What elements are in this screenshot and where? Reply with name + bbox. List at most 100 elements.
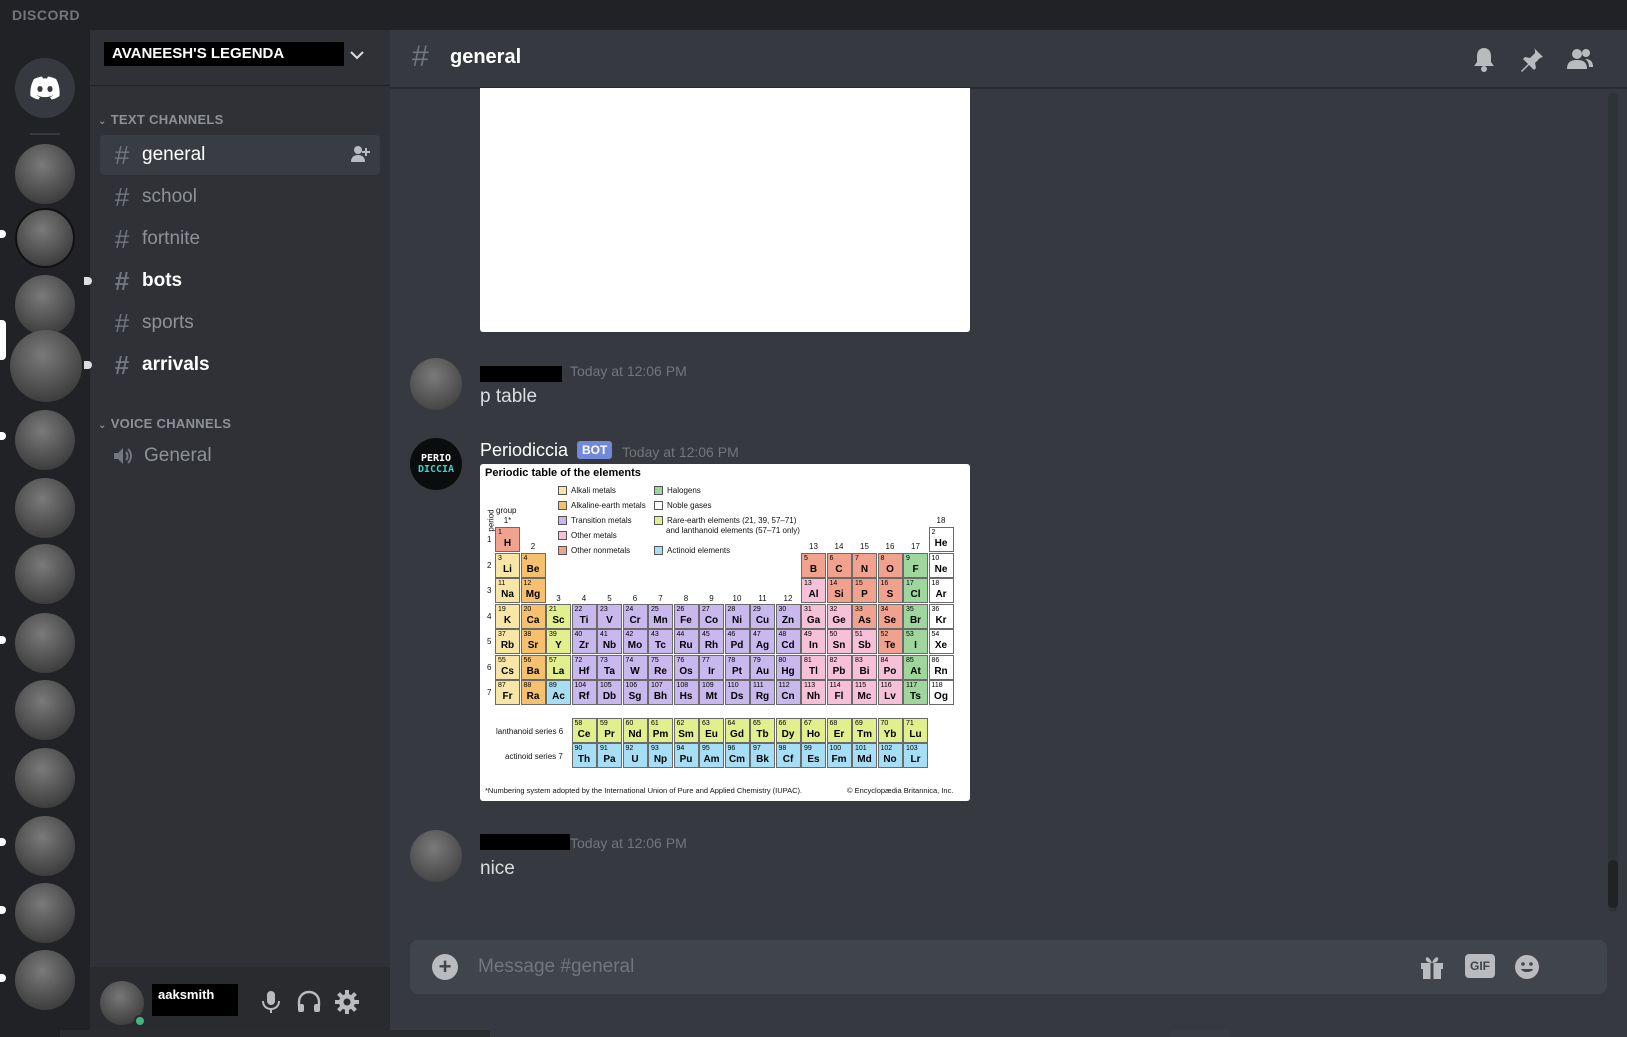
invite-icon[interactable] — [350, 145, 370, 163]
atomic-number: 70 — [880, 719, 889, 727]
atomic-number: 2 — [931, 529, 936, 536]
author-avatar[interactable] — [410, 358, 462, 410]
element-symbol: Yb — [883, 728, 897, 740]
channel-fortnite[interactable]: # fortnite — [100, 219, 380, 259]
scrollbar-thumb[interactable] — [1608, 860, 1618, 908]
atomic-number: 54 — [931, 631, 940, 638]
element-cell: 47 Ag — [750, 629, 775, 654]
element-symbol: Ru — [679, 640, 693, 651]
element-cell: 41 Nb — [597, 629, 622, 654]
atomic-number: 40 — [574, 631, 583, 638]
message-author[interactable]: Periodiccia — [480, 440, 568, 461]
server-header[interactable]: AVANEESH'S LEGENDA — [90, 30, 390, 86]
server-icon[interactable] — [15, 478, 75, 538]
element-cell: 31 Ga — [801, 603, 826, 629]
server-icon[interactable] — [10, 330, 82, 402]
author-avatar[interactable] — [410, 830, 462, 882]
headphones-icon[interactable] — [296, 989, 322, 1015]
upload-plus-button[interactable]: + — [432, 954, 458, 980]
atomic-number: 61 — [651, 719, 659, 727]
element-cell: 100 Fm — [826, 743, 852, 768]
element-symbol: P — [861, 589, 868, 600]
chevron-down-icon[interactable] — [348, 46, 366, 64]
channel-general[interactable]: # general — [100, 135, 380, 175]
server-icon[interactable] — [15, 748, 75, 808]
atomic-number: 4 — [523, 554, 528, 562]
element-symbol: La — [552, 665, 565, 677]
message-list: Periodic table of the elements Alkali met… — [390, 88, 1627, 968]
gift-icon[interactable] — [1418, 953, 1446, 981]
element-symbol: S — [886, 589, 894, 600]
atomic-number: 107 — [651, 682, 663, 689]
periodic-table-image[interactable]: Periodic table of the elements Alkali met… — [480, 464, 970, 801]
element-symbol: Ne — [934, 563, 948, 575]
legend-label: Other metals — [571, 531, 617, 540]
bot-avatar[interactable]: PERIO DICCIA — [410, 438, 462, 490]
home-button[interactable] — [15, 58, 75, 118]
element-symbol: Ac — [552, 691, 565, 702]
element-cell: 43 Tc — [648, 629, 673, 654]
category-voice-channels[interactable]: ⌄ VOICE CHANNELS — [98, 416, 231, 431]
channel-bots[interactable]: # bots — [100, 261, 380, 301]
server-icon[interactable] — [15, 208, 75, 268]
settings-gear-icon[interactable] — [334, 989, 360, 1015]
group-number: 5 — [607, 594, 612, 603]
element-symbol: Cs — [501, 665, 514, 677]
server-icon[interactable] — [15, 883, 75, 943]
atomic-number: 56 — [523, 656, 532, 664]
legend-swatch — [654, 486, 663, 495]
unread-indicator — [84, 361, 92, 369]
element-symbol: No — [883, 754, 897, 765]
element-cell: 30 Zn — [775, 603, 801, 629]
atomic-number: 117 — [906, 682, 918, 689]
member-list-icon[interactable] — [1566, 45, 1594, 73]
atomic-number: 72 — [574, 656, 583, 664]
horizontal-scrollbar[interactable] — [60, 1030, 490, 1037]
unread-pill — [0, 230, 6, 238]
server-name: AVANEESH'S LEGENDA — [104, 42, 344, 66]
message-input[interactable]: Message #general — [478, 956, 634, 978]
element-cell: 117 Ts — [903, 680, 928, 705]
atomic-number: 63 — [702, 719, 710, 727]
element-cell: 40 Zr — [571, 629, 597, 654]
bell-icon[interactable] — [1470, 45, 1498, 73]
element-symbol: Lv — [884, 691, 896, 702]
server-icon[interactable] — [15, 950, 75, 1010]
element-cell: 101 Md — [852, 743, 877, 768]
server-icon[interactable] — [15, 544, 75, 604]
category-text-channels[interactable]: ⌄ TEXT CHANNELS — [98, 112, 224, 127]
channel-arrivals[interactable]: # arrivals — [100, 345, 380, 385]
element-symbol: Mt — [705, 691, 718, 702]
element-cell: 18 Ar — [928, 578, 954, 603]
voice-channel-general[interactable]: General — [100, 436, 380, 476]
element-symbol: Ni — [732, 614, 742, 626]
scrollbar-track[interactable] — [1608, 92, 1618, 912]
atomic-number: 93 — [651, 745, 659, 752]
channel-school[interactable]: # school — [100, 177, 380, 217]
gif-picker-button[interactable]: GIF — [1465, 954, 1495, 978]
server-icon[interactable] — [15, 275, 75, 335]
server-icon[interactable] — [15, 410, 75, 470]
emoji-icon[interactable] — [1513, 953, 1541, 981]
server-icon[interactable] — [15, 613, 75, 673]
microphone-icon[interactable] — [258, 989, 284, 1015]
atomic-number: 26 — [676, 605, 685, 613]
server-icon[interactable] — [15, 144, 75, 204]
channel-label: arrivals — [142, 354, 210, 375]
channel-label: bots — [142, 270, 183, 291]
channel-sports[interactable]: # sports — [100, 303, 380, 343]
horizontal-scrollbar-thumb[interactable] — [1170, 1030, 1230, 1037]
element-symbol: I — [914, 640, 917, 651]
legend-label: Actinoid elements — [667, 546, 731, 555]
element-symbol: Bi — [859, 665, 870, 677]
element-cell: 72 Hf — [571, 654, 597, 680]
periodic-table-image-previous[interactable]: Periodic table of the elementsAlkali met… — [480, 88, 970, 332]
atomic-number: 115 — [855, 682, 867, 689]
pin-icon[interactable] — [1518, 45, 1546, 73]
element-cell: 33 As — [852, 603, 877, 629]
server-icon[interactable] — [15, 680, 75, 740]
element-symbol: Rg — [755, 691, 770, 702]
element-symbol: Rn — [934, 665, 948, 677]
element-symbol: Es — [807, 754, 820, 765]
server-icon[interactable] — [15, 816, 75, 876]
